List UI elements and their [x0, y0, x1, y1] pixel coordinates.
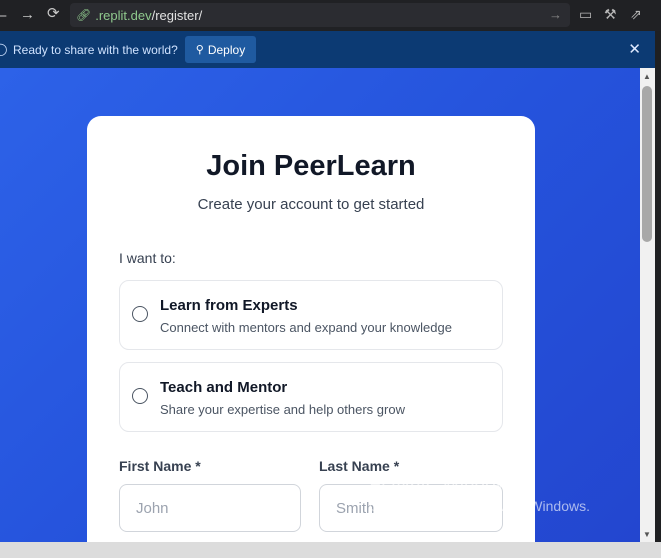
- globe-icon: ◯: [0, 42, 8, 56]
- taskbar-edge: [0, 542, 661, 558]
- address-bar[interactable]: 🔗︎ .replit.dev/register/ →: [70, 3, 570, 27]
- page-subtitle: Create your account to get started: [197, 196, 425, 213]
- option-teach-description: Share your expertise and help others gro…: [160, 402, 405, 417]
- option-learn-title: Learn from Experts: [160, 297, 298, 314]
- url-text: .replit.dev/register/: [95, 7, 203, 23]
- role-prompt: I want to:: [119, 250, 176, 266]
- radio-learn[interactable]: [132, 306, 148, 322]
- last-name-label: Last Name *: [319, 458, 400, 474]
- option-learn-description: Connect with mentors and expand your kno…: [160, 320, 452, 335]
- share-banner: ◯ Ready to share with the world? ⚲ Deplo…: [0, 31, 655, 68]
- forward-icon[interactable]: →: [20, 7, 35, 22]
- deploy-icon: ⚲: [195, 44, 204, 56]
- first-name-input[interactable]: [119, 484, 301, 532]
- share-message: Ready to share with the world?: [13, 42, 178, 57]
- wrench-icon[interactable]: ⚒: [604, 6, 617, 23]
- reload-icon[interactable]: ⟳: [47, 6, 60, 21]
- first-name-label: First Name *: [119, 458, 201, 474]
- back-icon[interactable]: –: [0, 8, 6, 23]
- watermark-title: Activate Windows: [369, 473, 519, 494]
- page-viewport: Join PeerLearn Create your account to ge…: [0, 68, 640, 542]
- go-arrow-icon[interactable]: →: [549, 7, 562, 22]
- watermark-subtitle: Go to Settings to activate Windows.: [369, 498, 590, 514]
- browser-toolbar: – → ⟳ 🔗︎ .replit.dev/register/ → ▭ ⚒ ⇗: [0, 0, 661, 31]
- scroll-down-icon[interactable]: ▼: [643, 530, 651, 539]
- link-icon: 🔗︎: [76, 8, 92, 22]
- activation-watermark: Activate Windows Go to Settings to activ…: [369, 473, 590, 514]
- scroll-up-icon[interactable]: ▲: [643, 72, 651, 81]
- page-title: Join PeerLearn: [206, 150, 416, 182]
- option-teach-title: Teach and Mentor: [160, 379, 288, 396]
- radio-teach[interactable]: [132, 388, 148, 404]
- deploy-label: Deploy: [207, 42, 246, 57]
- deploy-button[interactable]: ⚲ Deploy: [185, 36, 256, 63]
- devices-icon[interactable]: ▭: [579, 6, 592, 23]
- scrollbar-thumb[interactable]: [642, 86, 652, 242]
- option-learn[interactable]: Learn from Experts Connect with mentors …: [119, 280, 503, 350]
- option-teach[interactable]: Teach and Mentor Share your expertise an…: [119, 362, 503, 432]
- window-edge: [655, 31, 661, 542]
- external-link-icon[interactable]: ⇗: [630, 6, 642, 23]
- close-icon[interactable]: ✕: [628, 40, 641, 58]
- page-scrollbar[interactable]: ▲ ▼: [640, 68, 655, 542]
